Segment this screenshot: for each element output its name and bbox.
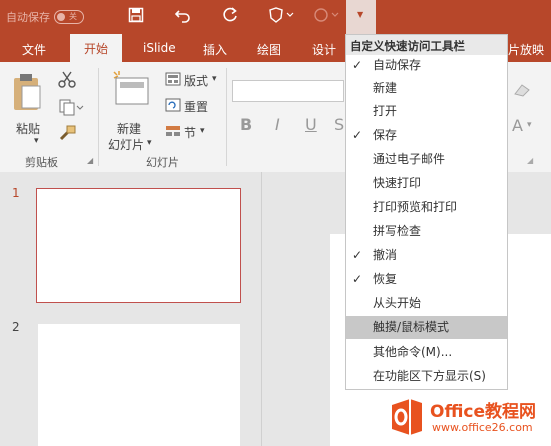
eraser-icon[interactable]	[512, 82, 532, 101]
reset-icon[interactable]	[165, 98, 181, 115]
menu-item-save[interactable]: ✓ 保存	[346, 124, 507, 147]
paste-label[interactable]: 粘贴	[16, 120, 40, 137]
dropdown-arrow-icon: ▼	[357, 10, 364, 19]
tab-design[interactable]: 设计	[312, 41, 336, 58]
watermark-brand: Office教程网	[430, 402, 537, 422]
layout-label[interactable]: 版式	[184, 72, 208, 89]
save-icon[interactable]	[128, 7, 144, 28]
tab-file[interactable]: 文件	[22, 41, 46, 58]
reset-label[interactable]: 重置	[184, 98, 208, 115]
title-bar: 自动保存 关 ▼	[0, 0, 551, 34]
menu-item-undo[interactable]: ✓ 撤消	[346, 244, 507, 267]
watermark: Office教程网 www.office26.com	[388, 395, 548, 441]
section-dropdown-icon[interactable]: ▾	[200, 126, 205, 136]
paste-icon[interactable]	[12, 72, 44, 115]
layout-icon[interactable]	[165, 72, 181, 89]
menu-item-print-preview[interactable]: 打印预览和打印	[346, 196, 507, 219]
check-icon: ✓	[352, 248, 363, 262]
menu-item-quick-print[interactable]: 快速打印	[346, 172, 507, 195]
menu-item-email[interactable]: 通过电子邮件	[346, 148, 507, 171]
paste-dropdown-icon[interactable]: ▾	[34, 136, 39, 146]
autosave-toggle[interactable]: 自动保存 关	[6, 9, 84, 25]
copy-icon[interactable]	[58, 98, 84, 119]
customize-qat-dropdown[interactable]: ▼	[346, 0, 376, 34]
slide-number: 1	[12, 186, 20, 200]
dialog-launcher-icon[interactable]: ◢	[87, 156, 93, 165]
touch-mode-icon[interactable]	[268, 7, 294, 28]
new-slide-icon[interactable]	[110, 70, 150, 109]
new-slide-label-2[interactable]: 幻灯片	[108, 136, 144, 153]
slide-number: 2	[12, 320, 20, 334]
autosave-label: 自动保存	[6, 11, 50, 24]
watermark-url: www.office26.com	[432, 421, 533, 434]
slide-thumbnail-1[interactable]	[36, 188, 241, 303]
clipboard-group-label: 剪贴板	[25, 156, 58, 169]
menu-item-spelling[interactable]: 拼写检查	[346, 220, 507, 243]
pen-mode-icon[interactable]	[313, 7, 339, 28]
font-dialog-launcher-icon[interactable]: ◢	[527, 156, 533, 165]
group-separator	[226, 68, 227, 166]
tab-home[interactable]: 开始	[70, 34, 123, 62]
section-icon[interactable]	[165, 124, 181, 141]
format-painter-icon[interactable]	[58, 124, 76, 145]
menu-item-more-commands[interactable]: 其他命令(M)...	[346, 341, 507, 364]
layout-dropdown-icon[interactable]: ▾	[212, 74, 217, 84]
customize-qat-menu: 自定义快速访问工具栏 ✓ 自动保存 新建 打开 ✓ 保存 通过电子邮件 快速打印 打…	[345, 34, 508, 390]
check-icon: ✓	[352, 272, 363, 286]
menu-item-autosave[interactable]: ✓ 自动保存	[346, 54, 507, 77]
slides-group-label: 幻灯片	[146, 156, 179, 169]
tab-draw[interactable]: 绘图	[257, 41, 281, 58]
autosave-state: 关	[69, 12, 77, 21]
menu-title: 自定义快速访问工具栏	[346, 35, 507, 55]
font-name-box[interactable]	[232, 80, 344, 102]
cut-icon[interactable]	[58, 70, 76, 91]
italic-button[interactable]: I	[275, 115, 280, 134]
menu-item-new[interactable]: 新建	[346, 77, 507, 100]
menu-item-redo[interactable]: ✓ 恢复	[346, 268, 507, 291]
new-slide-dropdown-icon[interactable]: ▾	[147, 138, 152, 148]
slide-thumbnails-pane: 1 2	[0, 172, 262, 446]
font-color-dropdown-icon[interactable]: ▾	[527, 120, 532, 130]
menu-item-open[interactable]: 打开	[346, 100, 507, 123]
menu-item-from-beginning[interactable]: 从头开始	[346, 292, 507, 315]
undo-icon[interactable]	[174, 7, 191, 28]
strikethrough-button[interactable]: S	[334, 115, 344, 134]
check-icon: ✓	[352, 58, 363, 72]
underline-button[interactable]: U	[305, 115, 317, 134]
menu-item-show-below-ribbon[interactable]: 在功能区下方显示(S)	[346, 365, 507, 388]
menu-item-touch-mouse-mode[interactable]: 触摸/鼠标模式	[346, 316, 507, 339]
slide-thumbnail-2[interactable]	[38, 324, 240, 446]
tab-slideshow[interactable]: 片放映	[508, 41, 544, 58]
check-icon: ✓	[352, 128, 363, 142]
toggle-switch[interactable]: 关	[54, 10, 84, 24]
tab-insert[interactable]: 插入	[203, 41, 227, 58]
redo-icon[interactable]	[222, 7, 238, 28]
bold-button[interactable]: B	[240, 115, 252, 134]
tab-islide[interactable]: iSlide	[143, 41, 176, 55]
new-slide-label-1[interactable]: 新建	[117, 120, 141, 137]
font-color-button[interactable]: A	[512, 116, 523, 135]
section-label[interactable]: 节	[184, 124, 196, 141]
office-logo-icon	[392, 399, 422, 435]
group-separator	[98, 68, 99, 166]
